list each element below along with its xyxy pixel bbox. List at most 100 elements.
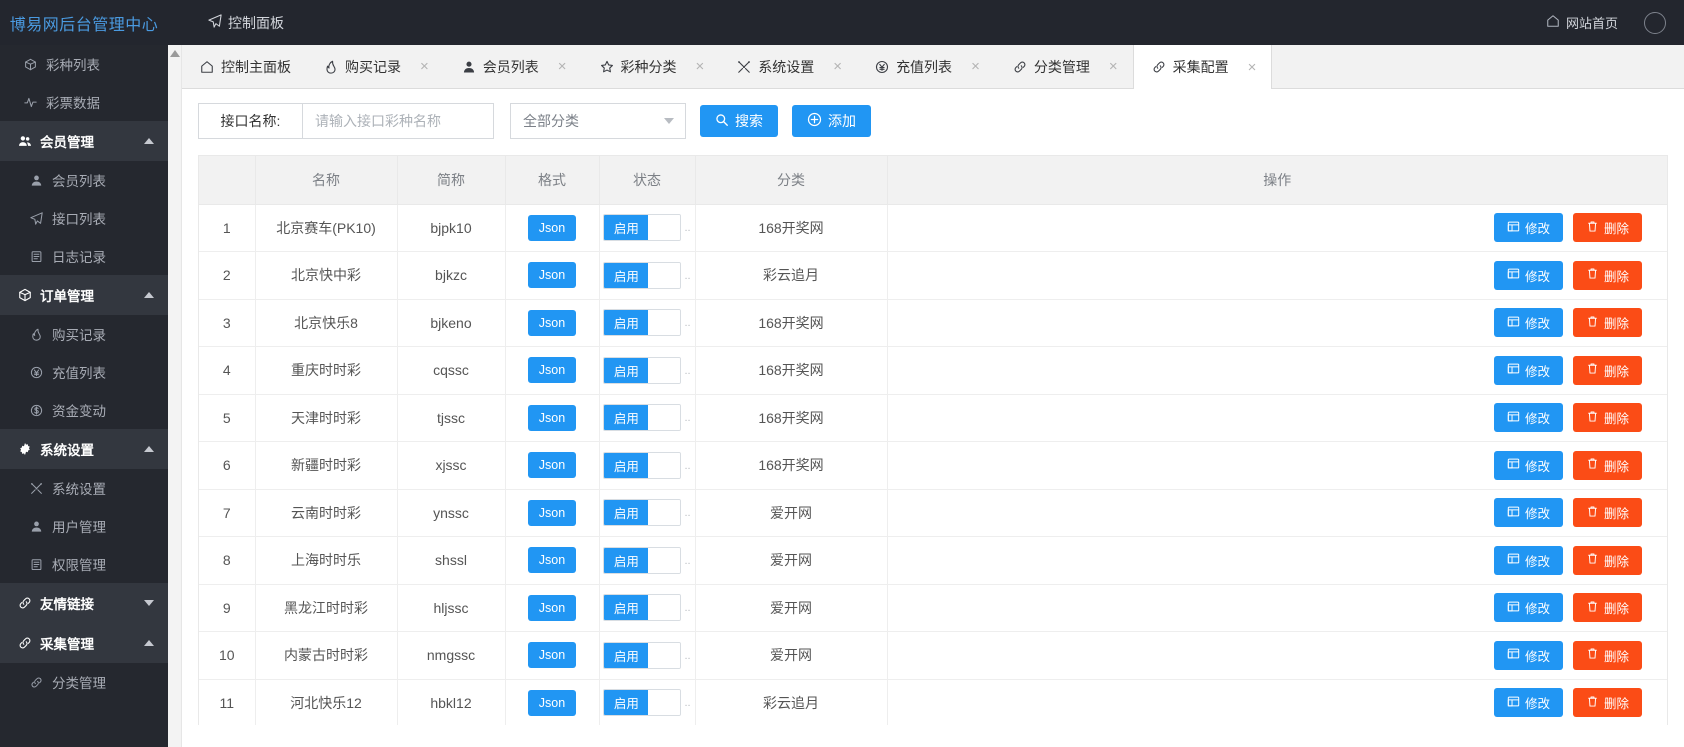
delete-button[interactable]: 删除 xyxy=(1572,260,1642,290)
delete-button[interactable]: 删除 xyxy=(1572,308,1642,338)
tab-6[interactable]: 分类管理 × xyxy=(995,45,1133,88)
status-toggle[interactable]: 启用 xyxy=(603,404,682,432)
delete-button[interactable]: 删除 xyxy=(1572,640,1642,670)
sidebar-item-12[interactable]: 用户管理 xyxy=(0,507,168,545)
edit-button[interactable]: 修改 xyxy=(1493,260,1563,290)
sidebar-item-10[interactable]: 系统设置 xyxy=(0,429,168,469)
delete-button[interactable]: 删除 xyxy=(1572,545,1642,575)
status-toggle[interactable]: 启用 xyxy=(603,641,682,669)
sidebar-item-1[interactable]: 彩票数据 xyxy=(0,83,168,121)
tab-5[interactable]: 充值列表 × xyxy=(857,45,995,88)
tab-7[interactable]: 采集配置 × xyxy=(1132,45,1273,89)
sidebar-item-6[interactable]: 订单管理 xyxy=(0,275,168,315)
delete-button[interactable]: 删除 xyxy=(1572,498,1642,528)
scroll-up-arrow-icon[interactable] xyxy=(169,50,180,57)
row-index-value: 6 xyxy=(222,457,231,474)
edit-button[interactable]: 修改 xyxy=(1493,403,1563,433)
status-toggle[interactable]: 启用 xyxy=(603,356,682,384)
row-status[interactable]: 启用.. xyxy=(599,489,696,537)
edit-button[interactable]: 修改 xyxy=(1493,450,1563,480)
row-name: 云南时时彩 xyxy=(255,489,398,537)
status-toggle[interactable]: 启用 xyxy=(603,689,682,717)
status-toggle[interactable]: 启用 xyxy=(603,499,682,527)
status-toggle-label: 启用 xyxy=(604,547,649,573)
delete-button[interactable]: 删除 xyxy=(1572,213,1642,243)
delete-button[interactable]: 删除 xyxy=(1572,355,1642,385)
edit-button[interactable]: 修改 xyxy=(1493,688,1563,718)
edit-button[interactable]: 修改 xyxy=(1493,593,1563,623)
table-row: 8 上海时时乐 shssl Json 启用.. 爱开网 修改 删除 xyxy=(199,536,1667,585)
row-status[interactable]: 启用.. xyxy=(599,394,696,442)
top-nav-item-control-panel[interactable]: 控制面板 xyxy=(208,13,284,33)
row-status[interactable]: 启用.. xyxy=(599,584,696,632)
status-toggle-knob xyxy=(648,452,681,478)
close-icon[interactable]: × xyxy=(696,59,705,74)
edit-button[interactable]: 修改 xyxy=(1493,640,1563,670)
status-toggle[interactable]: 启用 xyxy=(603,594,682,622)
format-badge: Json xyxy=(528,262,576,289)
row-status[interactable]: 启用.. xyxy=(599,299,696,347)
close-icon[interactable]: × xyxy=(1109,59,1118,74)
table-row: 1 北京赛车(PK10) bjpk10 Json 启用.. 168开奖网 修改 删除 xyxy=(199,204,1667,252)
row-status[interactable]: 启用.. xyxy=(599,441,696,490)
add-button[interactable]: 添加 xyxy=(792,105,871,137)
tab-0[interactable]: 控制主面板 xyxy=(182,45,306,88)
status-toggle[interactable]: 启用 xyxy=(603,451,682,479)
sidebar-item-0[interactable]: 彩种列表 xyxy=(0,45,168,83)
tab-3[interactable]: 彩种分类 × xyxy=(582,45,720,88)
sidebar-item-7[interactable]: 购买记录 xyxy=(0,315,168,353)
delete-button[interactable]: 删除 xyxy=(1572,450,1642,480)
edit-button[interactable]: 修改 xyxy=(1493,355,1563,385)
sidebar-item-5[interactable]: 日志记录 xyxy=(0,237,168,275)
sidebar-item-8[interactable]: 充值列表 xyxy=(0,353,168,391)
search-input[interactable] xyxy=(302,103,494,139)
tab-bar: 控制主面板 购买记录 × 会员列表 × 彩种分类 × 系统设置 × 充值列表 × 分类管理 × 采集配置 × xyxy=(182,45,1684,89)
edit-button[interactable]: 修改 xyxy=(1493,545,1563,575)
row-short: bjkeno xyxy=(397,299,506,347)
delete-button[interactable]: 删除 xyxy=(1572,688,1642,718)
row-status[interactable]: 启用.. xyxy=(599,251,696,300)
delete-button[interactable]: 删除 xyxy=(1572,593,1642,623)
tab-4[interactable]: 系统设置 × xyxy=(719,45,857,88)
sidebar-item-3[interactable]: 会员列表 xyxy=(0,161,168,199)
sidebar-item-13[interactable]: 权限管理 xyxy=(0,545,168,583)
close-icon[interactable]: × xyxy=(833,59,842,74)
sidebar-item-4[interactable]: 接口列表 xyxy=(0,199,168,237)
avatar[interactable] xyxy=(1644,11,1666,34)
sidebar-item-11[interactable]: 系统设置 xyxy=(0,469,168,507)
search-button[interactable]: 搜索 xyxy=(700,105,778,137)
row-category: 爱开网 xyxy=(695,536,888,585)
category-select[interactable]: 全部分类 xyxy=(510,103,686,139)
close-icon[interactable]: × xyxy=(1248,60,1257,75)
sidebar-item-9[interactable]: 资金变动 xyxy=(0,391,168,429)
status-toggle[interactable]: 启用 xyxy=(603,214,682,242)
site-home-link[interactable]: 网站首页 xyxy=(1546,13,1618,32)
close-icon[interactable]: × xyxy=(420,59,429,74)
tab-1[interactable]: 购买记录 × xyxy=(306,45,444,88)
sidebar-item-2[interactable]: 会员管理 xyxy=(0,121,168,161)
close-icon[interactable]: × xyxy=(558,59,567,74)
row-status[interactable]: 启用.. xyxy=(599,679,696,725)
sidebar-item-15[interactable]: 采集管理 xyxy=(0,623,168,663)
row-short-value: ynssc xyxy=(433,504,469,521)
status-toggle-label: 启用 xyxy=(604,310,649,336)
status-toggle[interactable]: 启用 xyxy=(603,261,682,289)
edit-button[interactable]: 修改 xyxy=(1493,308,1563,338)
row-status[interactable]: 启用.. xyxy=(599,536,696,585)
category-select-value[interactable]: 全部分类 xyxy=(510,103,686,139)
status-toggle[interactable]: 启用 xyxy=(603,546,682,574)
content-scrollbar[interactable] xyxy=(168,45,182,747)
status-ellipsis: .. xyxy=(684,412,691,425)
row-status[interactable]: 启用.. xyxy=(599,346,696,395)
sidebar-item-16[interactable]: 分类管理 xyxy=(0,663,168,701)
row-status[interactable]: 启用.. xyxy=(599,631,696,680)
row-status[interactable]: 启用.. xyxy=(599,204,696,252)
close-icon[interactable]: × xyxy=(971,59,980,74)
tab-2[interactable]: 会员列表 × xyxy=(444,45,582,88)
sidebar-item-14[interactable]: 友情链接 xyxy=(0,583,168,623)
edit-button[interactable]: 修改 xyxy=(1493,498,1563,528)
row-short-value: hljssc xyxy=(433,599,469,616)
delete-button[interactable]: 删除 xyxy=(1572,403,1642,433)
edit-button[interactable]: 修改 xyxy=(1493,213,1563,243)
status-toggle[interactable]: 启用 xyxy=(603,309,682,337)
